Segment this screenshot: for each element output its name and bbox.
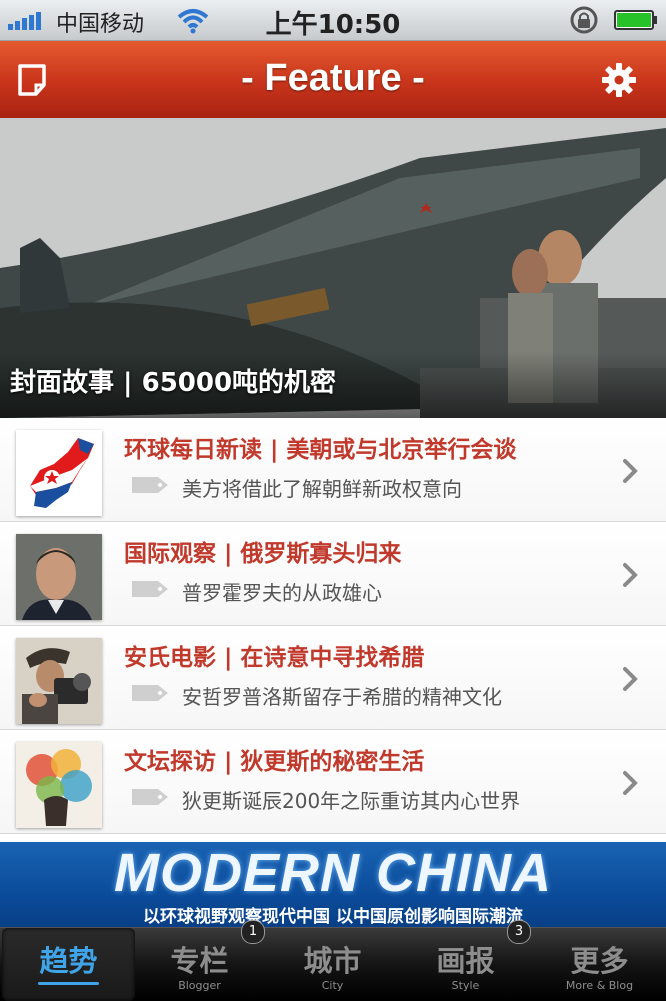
north-korea-map-icon [16, 430, 102, 516]
chevron-right-icon [623, 771, 638, 795]
colorful-portrait-icon [16, 742, 102, 828]
tab-sublabel: City [321, 979, 344, 992]
portrait-icon [16, 534, 102, 620]
tag-icon [132, 685, 168, 701]
article-list: 环球每日新读 | 美朝或与北京举行会谈 美方将借此了解朝鲜新政权意向 国际观察 … [0, 418, 666, 834]
tag-icon [132, 581, 168, 597]
tab-label: 城市 [303, 944, 362, 978]
tab-sublabel: More & Blog [565, 979, 634, 992]
tab-more[interactable]: 更多 More & Blog [533, 928, 666, 1001]
banner-headline: MODERN CHINA [114, 843, 552, 903]
chevron-right-icon [623, 563, 638, 587]
tab-sublabel: Blogger [178, 979, 221, 992]
article-title: 环球每日新读 | 美朝或与北京举行会谈 [124, 437, 517, 463]
tab-city[interactable]: 城市 City [266, 928, 399, 1001]
notification-badge: 3 [507, 920, 531, 944]
article-summary: 狄更斯诞辰200年之际重访其内心世界 [182, 789, 521, 813]
tab-label: 更多 [570, 944, 629, 978]
active-tab-indicator [38, 982, 99, 985]
tag-icon [132, 789, 168, 805]
list-item[interactable]: 环球每日新读 | 美朝或与北京举行会谈 美方将借此了解朝鲜新政权意向 [0, 418, 666, 522]
rotation-lock-icon [570, 6, 598, 34]
chevron-right-icon [623, 459, 638, 483]
tab-label: 画报 [436, 944, 495, 978]
list-item[interactable]: 安氏电影 | 在诗意中寻找希腊 安哲罗普洛斯留存于希腊的精神文化 [0, 626, 666, 730]
status-bar: 中国移动 上午10:50 [0, 0, 666, 41]
article-title: 文坛探访 | 狄更斯的秘密生活 [124, 749, 425, 775]
tab-trends[interactable]: 趋势 [2, 928, 135, 1001]
article-summary: 普罗霍罗夫的从政雄心 [182, 581, 382, 605]
article-summary: 安哲罗普洛斯留存于希腊的精神文化 [182, 685, 502, 709]
page-title: - Feature - [241, 57, 425, 99]
article-thumbnail [16, 534, 102, 620]
tab-sublabel: Style [451, 979, 480, 992]
tab-label: 趋势 [39, 944, 98, 978]
notification-badge: 1 [241, 920, 265, 944]
tab-blogger[interactable]: 1 专栏 Blogger [133, 920, 266, 1001]
film-camera-icon [16, 638, 102, 724]
article-thumbnail [16, 742, 102, 828]
hero-feature[interactable]: 封面故事 | 65000吨的机密 [0, 118, 666, 418]
article-summary: 美方将借此了解朝鲜新政权意向 [182, 477, 462, 501]
list-item[interactable]: 文坛探访 | 狄更斯的秘密生活 狄更斯诞辰200年之际重访其内心世界 [0, 730, 666, 834]
article-title: 国际观察 | 俄罗斯寡头归来 [124, 541, 402, 567]
article-title: 安氏电影 | 在诗意中寻找希腊 [124, 645, 425, 671]
gear-icon[interactable] [600, 61, 638, 99]
chevron-right-icon [623, 667, 638, 691]
hero-caption: 封面故事 | 65000吨的机密 [10, 368, 337, 398]
tag-icon [132, 477, 168, 493]
list-item[interactable]: 国际观察 | 俄罗斯寡头归来 普罗霍罗夫的从政雄心 [0, 522, 666, 626]
tab-style[interactable]: 3 画报 Style [399, 920, 532, 1001]
navigation-bar: - Feature - [0, 41, 666, 119]
article-thumbnail [16, 430, 102, 516]
battery-icon [614, 10, 657, 30]
tab-bar: 趋势 1 专栏 Blogger 城市 City 3 画报 Style 更多 Mo… [0, 920, 666, 1001]
article-thumbnail [16, 638, 102, 724]
tab-label: 专栏 [170, 944, 229, 978]
banner-tagline: 以环球视野观察现代中国 以中国原创影响国际潮流 [143, 907, 523, 927]
banner-ad[interactable]: MODERN CHINA 以环球视野观察现代中国 以中国原创影响国际潮流 [0, 842, 666, 927]
